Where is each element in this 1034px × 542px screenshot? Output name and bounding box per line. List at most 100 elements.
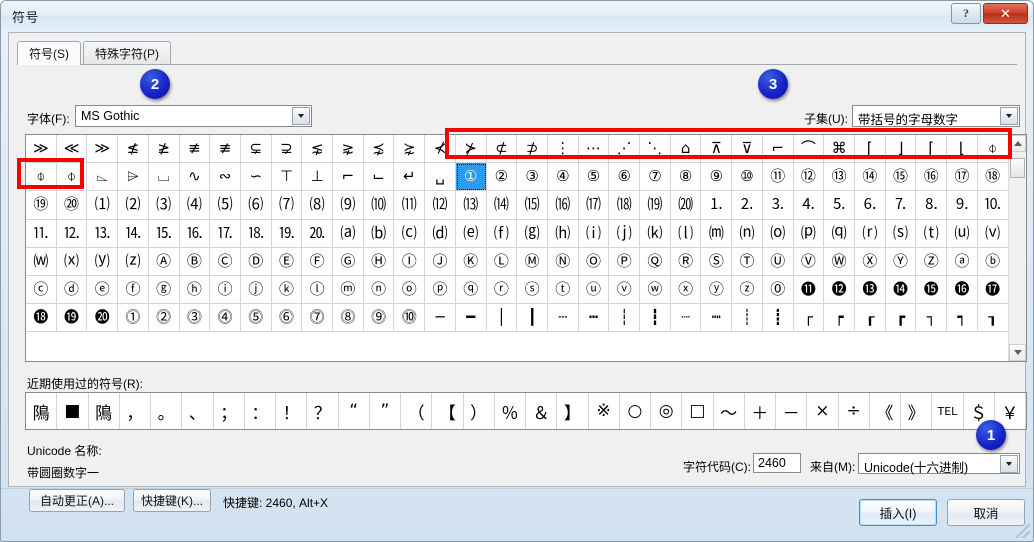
character-cell[interactable]: ⓛ <box>302 275 334 305</box>
character-cell[interactable]: ⋯ <box>578 135 610 164</box>
character-cell[interactable]: ⑬ <box>824 163 855 192</box>
character-cell[interactable]: ⒂ <box>517 191 548 220</box>
character-cell[interactable]: ⑱ <box>977 163 1009 192</box>
character-cell[interactable]: ⒜ <box>333 219 364 248</box>
recent-symbol-cell[interactable]: ■ <box>57 393 89 429</box>
tab-special-characters[interactable]: 特殊字符(P) <box>83 41 171 64</box>
character-cell[interactable]: ⒪ <box>762 219 794 248</box>
recent-symbol-cell[interactable]: × <box>807 393 839 429</box>
character-cell[interactable]: ┄ <box>547 304 579 333</box>
character-cell[interactable]: ⓐ <box>947 247 978 276</box>
character-cell[interactable]: ⒟ <box>425 219 456 248</box>
cancel-button[interactable]: 取消 <box>947 499 1025 526</box>
resize-grip[interactable] <box>1016 524 1030 538</box>
character-cell[interactable]: ⓔ <box>87 275 119 305</box>
character-cell[interactable]: ⒢ <box>517 219 548 248</box>
character-cell[interactable]: ≪ <box>56 135 88 164</box>
character-cell[interactable]: ⒯ <box>916 219 948 248</box>
character-cell[interactable]: ⊁ <box>455 135 487 164</box>
character-cell[interactable]: ⓓ <box>56 275 88 305</box>
character-cell[interactable]: ┋ <box>762 304 794 333</box>
character-cell[interactable]: Ⓡ <box>670 247 702 276</box>
character-cell[interactable]: ⓳ <box>56 304 88 333</box>
character-cell[interactable]: Ⓒ <box>210 247 241 276</box>
character-cell[interactable]: ⒳ <box>56 247 88 276</box>
character-cell[interactable]: Ⓞ <box>578 247 610 276</box>
recent-symbol-cell[interactable]: ÷ <box>839 393 870 429</box>
character-cell[interactable]: ⓷ <box>179 304 211 333</box>
character-cell[interactable]: ⒁ <box>486 191 518 220</box>
character-cell[interactable]: ≫ <box>26 135 57 164</box>
character-cell[interactable]: ⊼ <box>701 135 733 164</box>
character-cell[interactable]: ⓶ <box>148 304 180 333</box>
character-cell[interactable]: ┑ <box>947 304 978 333</box>
character-cell[interactable]: ⌳ <box>87 163 119 192</box>
character-cell[interactable]: ⓤ <box>578 275 610 305</box>
character-cell[interactable]: ⓱ <box>977 275 1009 305</box>
character-cell[interactable]: ⌙ <box>363 163 395 192</box>
character-cell[interactable]: ⓴ <box>87 304 119 333</box>
chevron-down-icon[interactable] <box>1000 107 1018 125</box>
character-cell[interactable]: ② <box>486 163 518 192</box>
character-cell[interactable]: │ <box>486 304 518 333</box>
character-cell[interactable]: ⓡ <box>486 275 518 305</box>
character-cell[interactable]: ⒀ <box>455 191 487 220</box>
character-cell[interactable]: ⌽ <box>56 163 88 192</box>
character-cell[interactable]: ⒬ <box>824 219 855 248</box>
character-cell[interactable]: ⒫ <box>793 219 825 248</box>
from-combobox[interactable]: Unicode(十六进制) <box>858 453 1020 475</box>
recent-symbol-cell[interactable]: ＆ <box>526 393 558 429</box>
recent-symbol-cell[interactable]: ％ <box>495 393 526 429</box>
character-cell[interactable]: ↵ <box>394 163 426 192</box>
character-cell[interactable]: ⑥ <box>609 163 641 192</box>
character-cell[interactable]: Ⓙ <box>425 247 456 276</box>
character-cell[interactable]: Ⓦ <box>824 247 855 276</box>
character-cell[interactable]: ⒕ <box>118 219 149 248</box>
grid-scrollbar[interactable] <box>1008 135 1026 361</box>
character-cell[interactable]: ⊽ <box>732 135 763 164</box>
character-cell[interactable]: ⌂ <box>670 135 702 164</box>
character-cell[interactable]: Ⓜ <box>517 247 548 276</box>
recent-symbol-cell[interactable]: ， <box>120 393 151 429</box>
character-cell[interactable]: ┒ <box>977 304 1009 333</box>
character-cell[interactable]: ⓢ <box>517 275 548 305</box>
character-cell[interactable]: Ⓣ <box>732 247 763 276</box>
character-cell[interactable]: ⓻ <box>302 304 334 333</box>
character-cell[interactable]: ⑻ <box>302 191 334 220</box>
character-cell[interactable]: ⌈ <box>916 135 948 164</box>
autocorrect-button[interactable]: 自动更正(A)... <box>29 489 125 512</box>
character-cell[interactable]: Ⓢ <box>701 247 733 276</box>
character-cell[interactable]: ⌐ <box>333 163 364 192</box>
character-cell[interactable]: ⒭ <box>854 219 886 248</box>
character-cell[interactable]: ┇ <box>640 304 671 333</box>
character-cell[interactable]: ⌒ <box>793 135 825 164</box>
character-cell[interactable]: ⋮ <box>547 135 579 164</box>
character-cell[interactable]: ⓠ <box>455 275 487 305</box>
recent-symbol-cell[interactable]: 隝 <box>26 393 58 429</box>
character-cell[interactable]: ⒃ <box>547 191 579 220</box>
character-cell[interactable]: ⒌ <box>824 191 855 220</box>
character-cell[interactable]: ⋰ <box>609 135 641 164</box>
character-cell[interactable]: ─ <box>425 304 456 333</box>
character-cell[interactable]: ⓾ <box>394 304 426 333</box>
shortcut-key-button[interactable]: 快捷键(K)... <box>133 489 211 512</box>
chevron-down-icon[interactable] <box>292 107 310 125</box>
character-cell[interactable]: ∿ <box>179 163 211 192</box>
character-cell[interactable]: ⑹ <box>240 191 272 220</box>
character-cell[interactable]: ⌈ <box>854 135 886 164</box>
recent-symbol-cell[interactable]: ） <box>464 393 495 429</box>
recent-symbol-cell[interactable]: 隝 <box>89 393 120 429</box>
character-cell[interactable]: ⓞ <box>394 275 426 305</box>
character-cell[interactable]: ┏ <box>885 304 917 333</box>
character-cell[interactable]: ⓭ <box>854 275 886 305</box>
character-cell[interactable]: ⑭ <box>854 163 886 192</box>
character-cell[interactable]: ⌐ <box>762 135 794 164</box>
character-cell[interactable]: Ⓔ <box>271 247 303 276</box>
character-cell[interactable]: ⑳ <box>56 191 88 220</box>
character-cell[interactable]: ⒒ <box>26 219 57 248</box>
character-cell[interactable]: ⑮ <box>885 163 917 192</box>
character-cell[interactable]: ⑪ <box>762 163 794 192</box>
recent-symbol-cell[interactable]: “ <box>339 393 370 429</box>
recent-symbol-cell[interactable]: 》 <box>901 393 933 429</box>
character-cell[interactable]: ⑷ <box>179 191 211 220</box>
